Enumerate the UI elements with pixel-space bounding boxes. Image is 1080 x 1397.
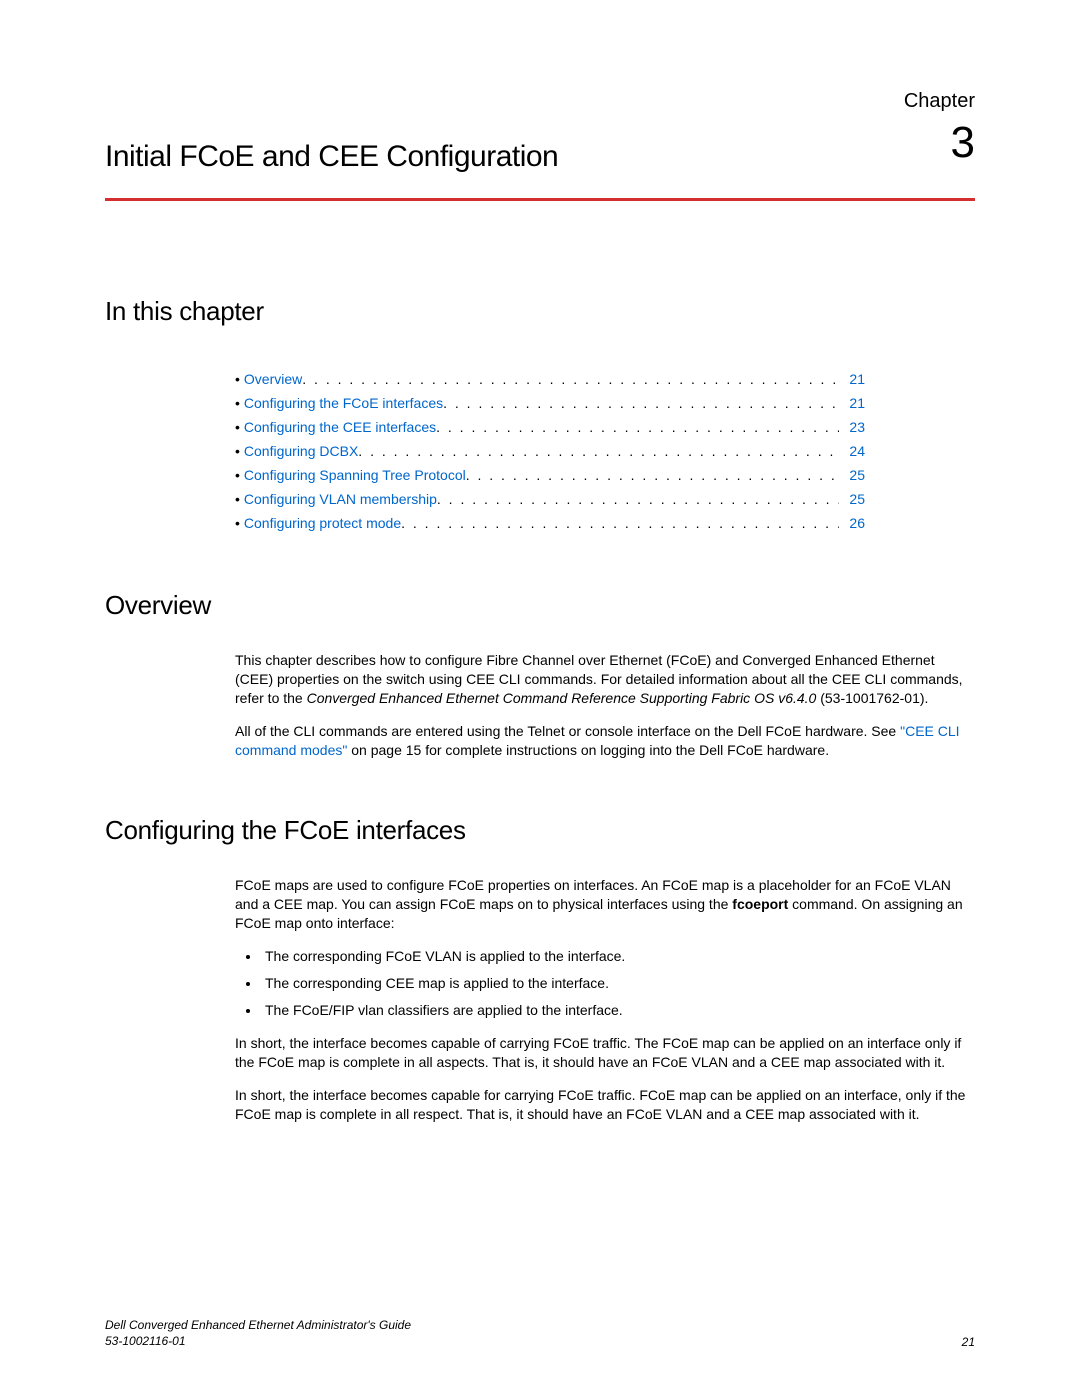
- toc-link[interactable]: Configuring VLAN membership: [244, 487, 437, 511]
- title-rule: [105, 198, 975, 201]
- bullet-icon: •: [235, 439, 240, 463]
- toc-link[interactable]: Configuring Spanning Tree Protocol: [244, 463, 466, 487]
- bullet-icon: •: [235, 511, 240, 535]
- text: (53-1001762-01).: [816, 690, 928, 706]
- toc-link[interactable]: Configuring the FCoE interfaces: [244, 391, 443, 415]
- toc-item: • Configuring protect mode 26: [235, 511, 865, 535]
- list-item: The FCoE/FIP vlan classifiers are applie…: [261, 1001, 975, 1020]
- toc-page[interactable]: 25: [839, 487, 865, 511]
- toc-link[interactable]: Configuring DCBX: [244, 439, 358, 463]
- toc-item: • Configuring DCBX 24: [235, 439, 865, 463]
- command-name: fcoeport: [732, 896, 788, 912]
- footer-page-number: 21: [962, 1335, 975, 1349]
- footer-doc-number: 53-1002116-01: [105, 1333, 411, 1349]
- bullet-icon: •: [235, 487, 240, 511]
- paragraph: This chapter describes how to configure …: [235, 651, 975, 708]
- page-footer: Dell Converged Enhanced Ethernet Adminis…: [105, 1317, 975, 1349]
- toc-page[interactable]: 24: [839, 439, 865, 463]
- bullet-icon: •: [235, 391, 240, 415]
- paragraph: FCoE maps are used to configure FCoE pro…: [235, 876, 975, 933]
- toc-item: • Configuring the CEE interfaces 23: [235, 415, 865, 439]
- footer-doc-title: Dell Converged Enhanced Ethernet Adminis…: [105, 1317, 411, 1333]
- toc-page[interactable]: 21: [839, 367, 865, 391]
- text: All of the CLI commands are entered usin…: [235, 723, 900, 739]
- chapter-title: Initial FCoE and CEE Configuration: [105, 140, 975, 174]
- paragraph: In short, the interface becomes capable …: [235, 1086, 975, 1124]
- toc-leader: [302, 367, 839, 391]
- heading-in-this-chapter: In this chapter: [105, 296, 975, 327]
- heading-overview: Overview: [105, 590, 975, 621]
- toc-leader: [401, 511, 839, 535]
- bullet-icon: •: [235, 463, 240, 487]
- toc-item: • Overview 21: [235, 367, 865, 391]
- text: on page 15 for complete instructions on …: [347, 742, 829, 758]
- toc: • Overview 21 • Configuring the FCoE int…: [235, 367, 865, 535]
- list-item: The corresponding FCoE VLAN is applied t…: [261, 947, 975, 966]
- toc-leader: [437, 487, 840, 511]
- toc-page[interactable]: 23: [839, 415, 865, 439]
- paragraph: In short, the interface becomes capable …: [235, 1034, 975, 1072]
- italic-text: Converged Enhanced Ethernet Command Refe…: [307, 690, 817, 706]
- toc-page[interactable]: 21: [839, 391, 865, 415]
- chapter-label: Chapter: [904, 90, 975, 113]
- toc-leader: [443, 391, 839, 415]
- footer-left: Dell Converged Enhanced Ethernet Adminis…: [105, 1317, 411, 1349]
- toc-leader: [358, 439, 839, 463]
- page: Chapter 3 Initial FCoE and CEE Configura…: [0, 0, 1080, 1397]
- toc-page[interactable]: 26: [839, 511, 865, 535]
- toc-link[interactable]: Overview: [244, 367, 302, 391]
- bullet-icon: •: [235, 367, 240, 391]
- toc-link[interactable]: Configuring the CEE interfaces: [244, 415, 436, 439]
- toc-page[interactable]: 25: [839, 463, 865, 487]
- chapter-number: 3: [951, 118, 975, 168]
- toc-item: • Configuring Spanning Tree Protocol 25: [235, 463, 865, 487]
- overview-body: This chapter describes how to configure …: [235, 651, 975, 760]
- fcoe-body: FCoE maps are used to configure FCoE pro…: [235, 876, 975, 1124]
- list-item: The corresponding CEE map is applied to …: [261, 974, 975, 993]
- toc-link[interactable]: Configuring protect mode: [244, 511, 401, 535]
- toc-leader: [436, 415, 839, 439]
- toc-leader: [466, 463, 840, 487]
- paragraph: All of the CLI commands are entered usin…: [235, 722, 975, 760]
- heading-configuring-fcoe: Configuring the FCoE interfaces: [105, 815, 975, 846]
- toc-item: • Configuring the FCoE interfaces 21: [235, 391, 865, 415]
- bullet-list: The corresponding FCoE VLAN is applied t…: [261, 947, 975, 1020]
- bullet-icon: •: [235, 415, 240, 439]
- toc-item: • Configuring VLAN membership 25: [235, 487, 865, 511]
